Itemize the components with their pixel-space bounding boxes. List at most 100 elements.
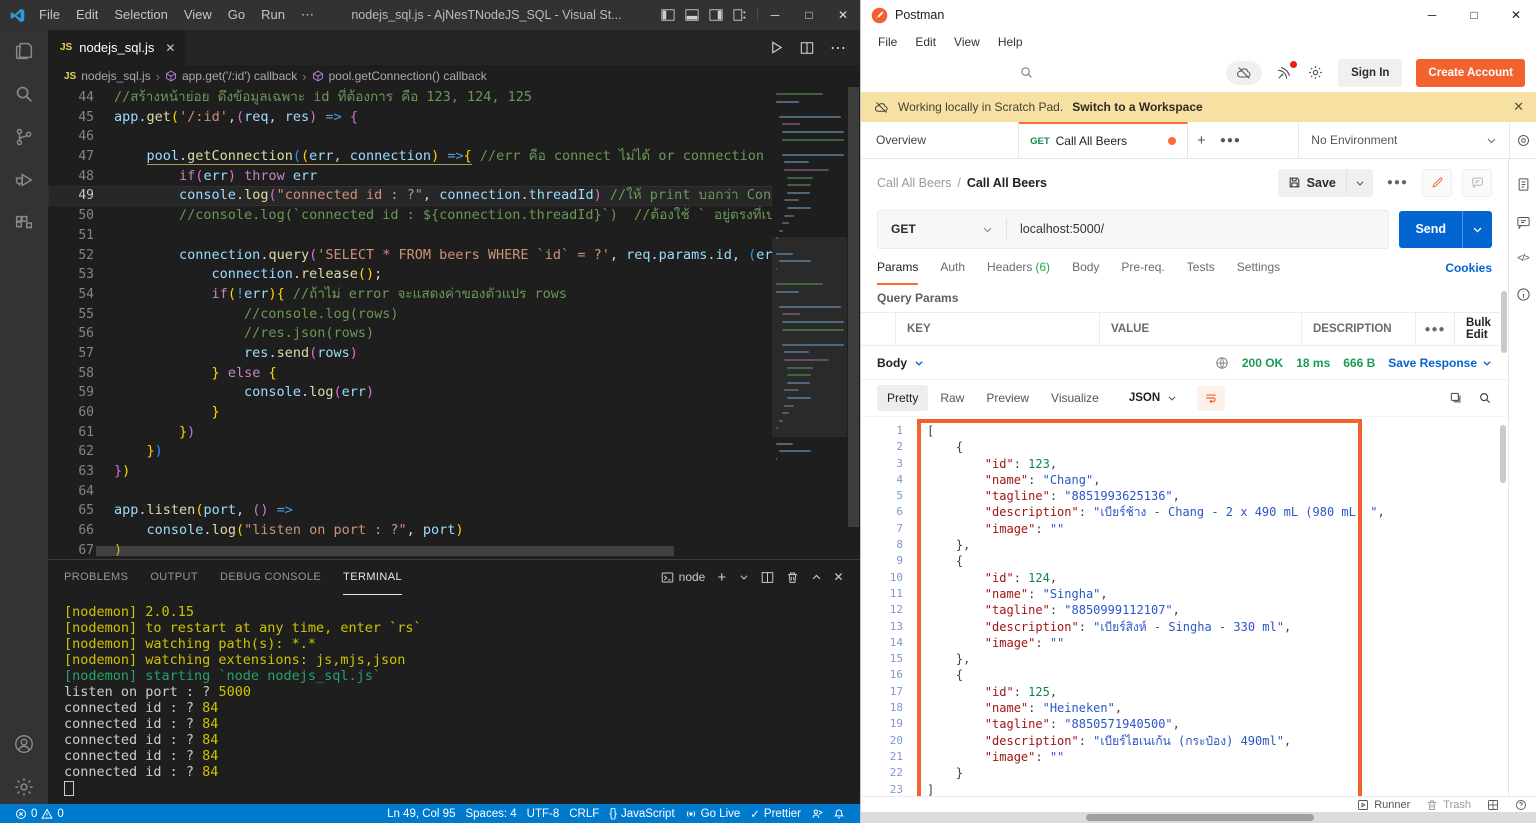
- code-line[interactable]: 58 } else {: [48, 364, 772, 384]
- create-account-button[interactable]: Create Account: [1416, 59, 1525, 87]
- request-tab-headers[interactable]: Headers(6): [987, 251, 1050, 285]
- status-code[interactable]: 200 OK: [1242, 356, 1283, 370]
- column-key[interactable]: KEY: [896, 313, 1100, 345]
- json-line[interactable]: 16 {: [861, 667, 1508, 683]
- two-pane-icon[interactable]: [1487, 799, 1499, 811]
- code-line[interactable]: 63}): [48, 462, 772, 482]
- breadcrumb-current[interactable]: Call All Beers: [967, 176, 1047, 190]
- json-line[interactable]: 10 "id": 124,: [861, 570, 1508, 586]
- response-time[interactable]: 18 ms: [1296, 356, 1330, 370]
- kill-terminal-trash-icon[interactable]: [786, 571, 799, 584]
- menu-item-go[interactable]: Go: [220, 7, 253, 23]
- column-options-icon[interactable]: ●●●: [1416, 313, 1455, 345]
- prettier-status[interactable]: ✓Prettier: [745, 807, 806, 821]
- editor-actions[interactable]: ⋯: [769, 30, 860, 65]
- documentation-icon[interactable]: [1516, 177, 1531, 192]
- go-live-button[interactable]: Go Live: [680, 808, 746, 820]
- json-line[interactable]: 8 },: [861, 537, 1508, 553]
- json-line[interactable]: 13 "description": "เบียร์สิงห์ - Singha …: [861, 619, 1508, 635]
- tab-call-all-beers[interactable]: GET Call All Beers: [1019, 122, 1188, 158]
- banner-close-icon[interactable]: ✕: [1513, 99, 1524, 115]
- json-line[interactable]: 18 "name": "Heineken",: [861, 700, 1508, 716]
- problems-status[interactable]: 0 0: [10, 808, 69, 820]
- more-options-icon[interactable]: ●●●: [1383, 177, 1412, 188]
- panel-tab-terminal[interactable]: TERMINAL: [343, 560, 402, 595]
- horizontal-scrollbar[interactable]: [861, 812, 1536, 823]
- menu-item-file[interactable]: File: [869, 35, 906, 49]
- indentation[interactable]: Spaces: 4: [460, 808, 521, 820]
- request-tab-params[interactable]: Params: [877, 251, 918, 285]
- trash-button[interactable]: Trash: [1426, 799, 1471, 811]
- code-line[interactable]: 57 res.send(rows): [48, 344, 772, 364]
- request-tab-body[interactable]: Body: [1072, 251, 1099, 285]
- switch-workspace-link[interactable]: Switch to a Workspace: [1072, 100, 1202, 114]
- shell-selector[interactable]: node: [661, 570, 706, 584]
- json-line[interactable]: 6 "description": "เบียร์ช้าง - Chang - 2…: [861, 504, 1508, 520]
- method-dropdown[interactable]: GET: [878, 222, 1006, 236]
- json-line[interactable]: 9 {: [861, 553, 1508, 569]
- environment-selector[interactable]: No Environment: [1298, 122, 1509, 158]
- copy-icon[interactable]: [1449, 391, 1463, 405]
- source-control-icon[interactable]: [13, 126, 35, 148]
- code-line[interactable]: 45app.get('/:id',(req, res) => {: [48, 108, 772, 128]
- menu-item-view[interactable]: View: [176, 7, 220, 23]
- url-input[interactable]: localhost:5000/: [1007, 222, 1104, 236]
- code-line[interactable]: 56 //res.json(rows): [48, 324, 772, 344]
- save-response-button[interactable]: Save Response: [1388, 356, 1492, 370]
- panel-tab-output[interactable]: OUTPUT: [150, 560, 198, 595]
- wrap-text-icon[interactable]: [1197, 386, 1225, 411]
- code-line[interactable]: 47 pool.getConnection((err, connection) …: [48, 147, 772, 167]
- breadcrumb-parent[interactable]: Call All Beers: [877, 176, 951, 190]
- code-snippet-icon[interactable]: </>: [1517, 253, 1528, 264]
- new-tab-button[interactable]: +: [1188, 122, 1215, 158]
- code-line[interactable]: 61 }): [48, 423, 772, 443]
- breadcrumb-file[interactable]: nodejs_sql.js: [81, 69, 150, 83]
- json-line[interactable]: 22 }: [861, 765, 1508, 781]
- breadcrumb[interactable]: JS nodejs_sql.js › app.get('/:id') callb…: [48, 65, 860, 87]
- request-tab-settings[interactable]: Settings: [1237, 251, 1280, 285]
- minimap-slider[interactable]: [772, 237, 847, 437]
- code-editor[interactable]: 44//สร้างหน้าย่อย ดึงข้อมูลเฉพาะ id ที่ต…: [48, 87, 860, 559]
- extensions-icon[interactable]: [13, 212, 35, 234]
- tab-nodejs-sql[interactable]: JS nodejs_sql.js ✕: [48, 30, 186, 65]
- response-size[interactable]: 666 B: [1343, 356, 1375, 370]
- code-line[interactable]: 51: [48, 226, 772, 246]
- tab-close-icon[interactable]: ✕: [165, 41, 175, 55]
- tab-options-icon[interactable]: ●●●: [1215, 122, 1246, 158]
- menu-item-edit[interactable]: Edit: [906, 35, 945, 49]
- code-line[interactable]: 54 if(!err){ //ถ้าไม่ error จะแสดงค่าของ…: [48, 285, 772, 305]
- response-body-dropdown[interactable]: Body: [877, 356, 924, 370]
- menu-item-edit[interactable]: Edit: [68, 7, 106, 23]
- breadcrumb-symbol-2[interactable]: pool.getConnection() callback: [329, 69, 487, 83]
- json-line[interactable]: 11 "name": "Singha",: [861, 586, 1508, 602]
- json-line[interactable]: 15 },: [861, 651, 1508, 667]
- column-description[interactable]: DESCRIPTION: [1302, 313, 1416, 345]
- vscode-layout-controls[interactable]: [651, 8, 758, 22]
- code-line[interactable]: 65app.listen(port, () =>: [48, 501, 772, 521]
- close-panel-icon[interactable]: ✕: [834, 570, 844, 584]
- info-icon[interactable]: [1516, 287, 1531, 302]
- terminal-actions[interactable]: node + ✕: [661, 569, 844, 586]
- view-tab-raw[interactable]: Raw: [930, 385, 974, 411]
- code-line[interactable]: 44//สร้างหน้าย่อย ดึงข้อมูลเฉพาะ id ที่ต…: [48, 88, 772, 108]
- comments-icon[interactable]: [1462, 169, 1492, 197]
- cookies-link[interactable]: Cookies: [1445, 261, 1492, 275]
- json-line[interactable]: 4 "name": "Chang",: [861, 472, 1508, 488]
- split-terminal-icon[interactable]: [761, 571, 774, 584]
- code-line[interactable]: 60 }: [48, 403, 772, 423]
- menu-item-[interactable]: ⋯: [293, 7, 322, 23]
- code-line[interactable]: 55 //console.log(rows): [48, 305, 772, 325]
- feedback-icon[interactable]: [806, 808, 828, 820]
- response-body-viewer[interactable]: 1[2 {3 "id": 123,4 "name": "Chang",5 "ta…: [861, 416, 1508, 796]
- send-options-chevron[interactable]: [1462, 211, 1492, 248]
- search-icon[interactable]: [1019, 65, 1034, 80]
- explorer-icon[interactable]: [13, 40, 35, 62]
- sign-in-button[interactable]: Sign In: [1338, 59, 1402, 87]
- comments-icon[interactable]: [1516, 215, 1531, 230]
- tab-overview[interactable]: Overview: [861, 122, 1019, 158]
- breadcrumb-symbol-1[interactable]: app.get('/:id') callback: [182, 69, 297, 83]
- run-debug-icon[interactable]: [13, 169, 35, 191]
- settings-gear-icon[interactable]: [1307, 64, 1324, 81]
- json-line[interactable]: 5 "tagline": "8851993625136",: [861, 488, 1508, 504]
- edit-pencil-icon[interactable]: [1422, 169, 1452, 197]
